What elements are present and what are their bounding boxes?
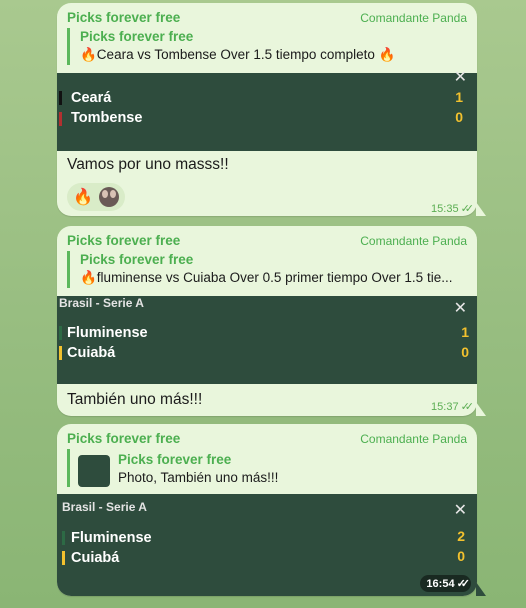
- reply-quote[interactable]: Picks forever free 🔥Ceara vs Tombense Ov…: [67, 28, 465, 65]
- message-header: Picks forever free Comandante Panda: [57, 3, 477, 27]
- home-team: Fluminense: [71, 530, 152, 546]
- author-signature: Comandante Panda: [360, 11, 467, 25]
- away-team: Cuiabá: [71, 550, 120, 566]
- sender-name[interactable]: Picks forever free: [67, 10, 180, 25]
- score-card[interactable]: Brasil - Serie A ✕ Fluminense 1 Cuiabá 0: [57, 296, 477, 384]
- league-name: Brasil - Serie A: [59, 296, 144, 310]
- team-color-bar: [59, 326, 62, 340]
- avatar: [99, 187, 119, 207]
- sender-name[interactable]: Picks forever free: [67, 431, 180, 446]
- away-score: 0: [457, 548, 465, 564]
- reply-text: Photo, También uno más!!!: [118, 470, 279, 485]
- reply-title: Picks forever free: [118, 452, 232, 467]
- fire-emoji: 🔥: [73, 189, 93, 206]
- double-check-icon: ✓✓: [460, 401, 475, 413]
- bubble-tail: [476, 402, 486, 416]
- away-team: Cuiabá: [67, 345, 116, 361]
- league-name: Brasil - Serie A: [62, 500, 147, 514]
- team-color-bar: [62, 551, 65, 565]
- double-check-icon: ✓✓: [460, 203, 475, 215]
- message-header: Picks forever free Comandante Panda: [57, 226, 477, 250]
- message-time: 15:37 ✓✓: [431, 401, 475, 413]
- message-time: 15:35 ✓✓: [431, 203, 475, 215]
- home-score: 2: [457, 528, 465, 544]
- reaction-chip[interactable]: 🔥: [67, 183, 125, 211]
- away-score: 0: [461, 344, 469, 360]
- reply-title: Picks forever free: [80, 29, 194, 44]
- reply-quote[interactable]: Picks forever free Photo, También uno má…: [67, 449, 465, 487]
- bubble-tail: [476, 582, 486, 596]
- message-bubble[interactable]: Picks forever free Comandante Panda Pick…: [57, 3, 477, 216]
- team-color-bar: [62, 531, 65, 545]
- home-score: 1: [455, 89, 463, 105]
- home-team: Fluminense: [67, 325, 148, 341]
- message-time: 16:54 ✓✓: [420, 575, 471, 592]
- photo-thumbnail: [78, 455, 110, 487]
- close-icon[interactable]: ✕: [454, 67, 467, 87]
- double-check-icon: ✓✓: [456, 578, 471, 590]
- message-bubble[interactable]: Picks forever free Comandante Panda Pick…: [57, 226, 477, 416]
- score-card[interactable]: ✕ Ceará 1 Tombense 0: [57, 69, 477, 151]
- message-bubble[interactable]: Picks forever free Comandante Panda Pick…: [57, 424, 477, 596]
- message-header: Picks forever free Comandante Panda: [57, 424, 477, 448]
- away-score: 0: [455, 109, 463, 125]
- reply-text: 🔥fluminense vs Cuiaba Over 0.5 primer ti…: [80, 270, 453, 285]
- sender-name[interactable]: Picks forever free: [67, 233, 180, 248]
- team-color-bar: [59, 112, 62, 126]
- message-text: También uno más!!!: [67, 391, 203, 408]
- home-score: 1: [461, 324, 469, 340]
- away-team: Tombense: [71, 110, 143, 126]
- home-team: Ceará: [71, 90, 112, 106]
- reply-quote[interactable]: Picks forever free 🔥fluminense vs Cuiaba…: [67, 251, 465, 288]
- author-signature: Comandante Panda: [360, 234, 467, 248]
- close-icon[interactable]: ✕: [454, 298, 467, 318]
- author-signature: Comandante Panda: [360, 432, 467, 446]
- message-text: Vamos por uno masss!!: [67, 156, 229, 173]
- team-color-bar: [59, 91, 62, 105]
- reply-text: 🔥Ceara vs Tombense Over 1.5 tiempo compl…: [80, 47, 396, 62]
- bubble-tail: [476, 202, 486, 216]
- close-icon[interactable]: ✕: [454, 500, 467, 520]
- score-card[interactable]: Brasil - Serie A ✕ Fluminense 2 Cuiabá 0…: [57, 494, 477, 596]
- reply-title: Picks forever free: [80, 252, 194, 267]
- team-color-bar: [59, 346, 62, 360]
